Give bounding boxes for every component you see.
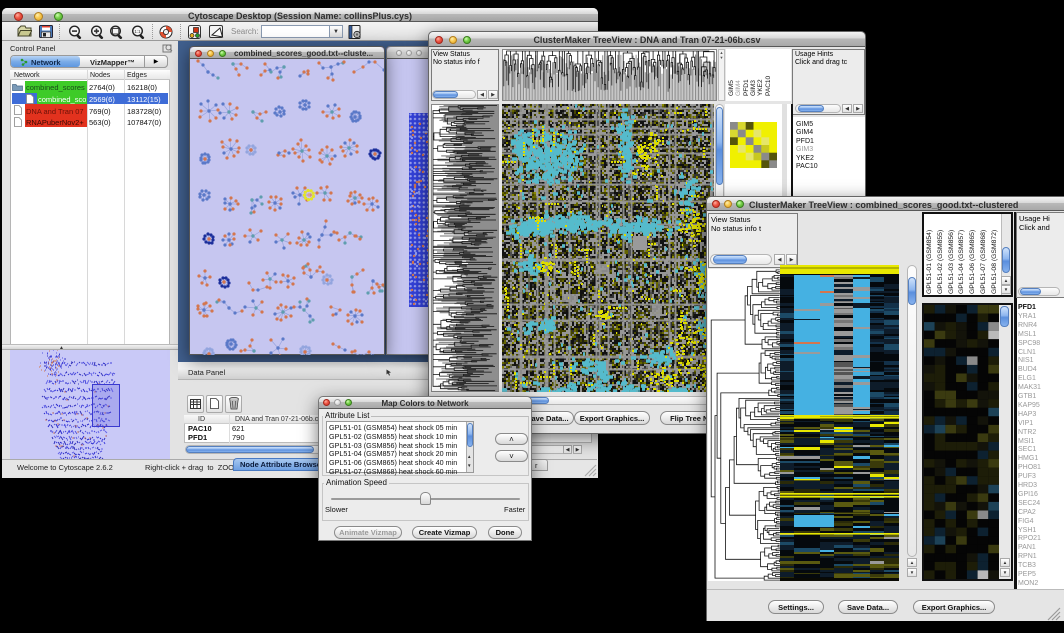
- svg-text:1:1: 1:1: [134, 29, 141, 34]
